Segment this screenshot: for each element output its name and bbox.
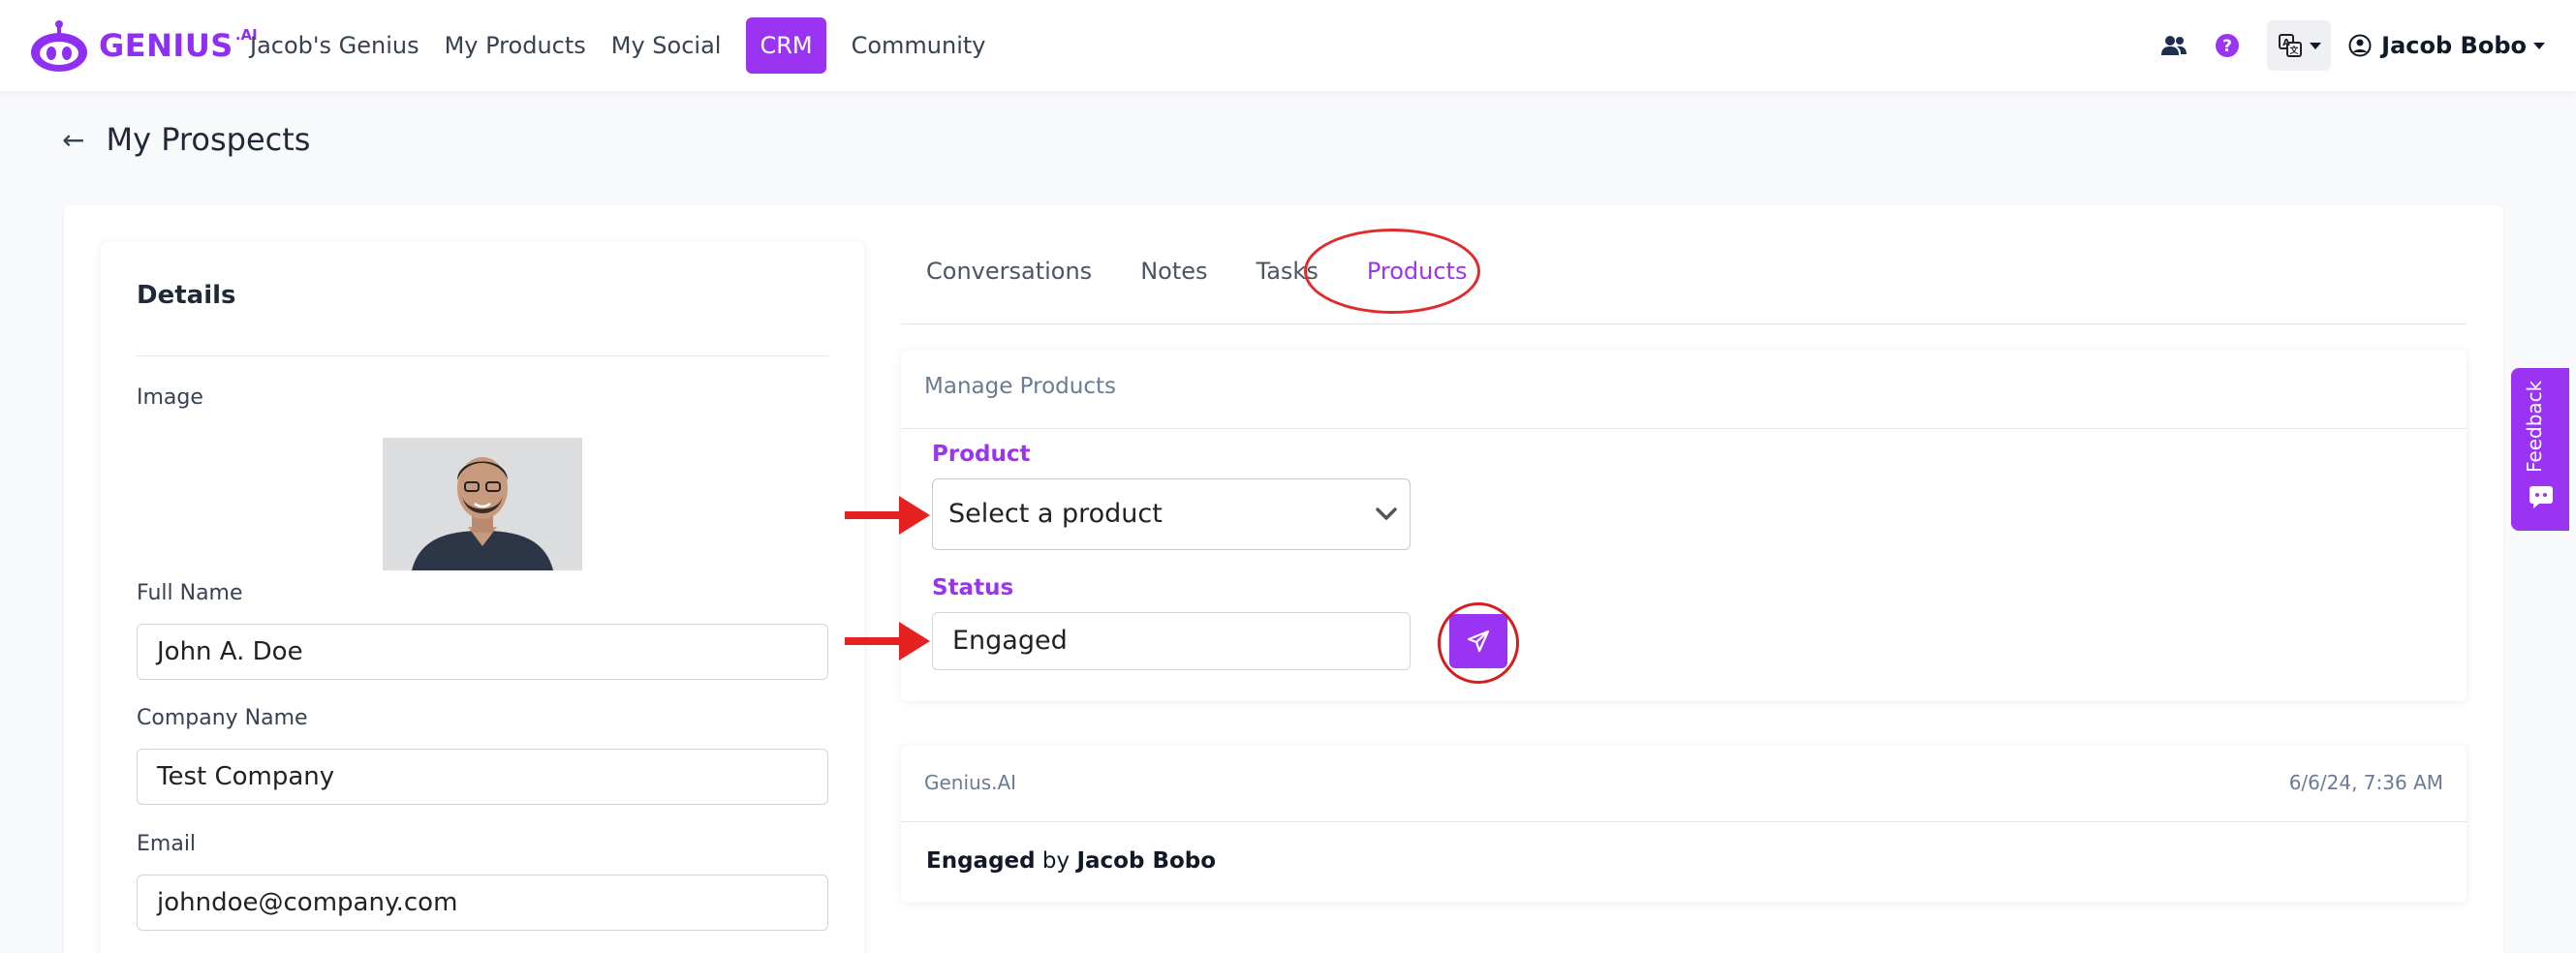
chevron-down-icon	[2309, 42, 2321, 49]
manage-products-title: Manage Products	[924, 374, 1116, 399]
activity-card: Genius.AI 6/6/24, 7:36 AM Engaged by Jac…	[901, 746, 2467, 903]
user-name: Jacob Bobo	[2381, 32, 2527, 59]
nav-item-my-social[interactable]: My Social	[611, 32, 722, 59]
details-panel: Details Image Full Name John A. Doe Comp…	[101, 242, 864, 953]
tab-conversations[interactable]: Conversations	[926, 258, 1092, 285]
status-label: Status	[932, 575, 1014, 600]
tab-notes[interactable]: Notes	[1140, 258, 1207, 285]
divider	[901, 428, 2467, 429]
company-name-input[interactable]: Test Company	[137, 749, 828, 805]
annotation-arrow-product	[845, 496, 930, 535]
genius-logo[interactable]: GENIUS .AI	[29, 17, 258, 74]
page-title: My Prospects	[106, 121, 311, 158]
brand-name: GENIUS	[99, 27, 233, 64]
main-nav: Jacob's Genius My Products My Social CRM…	[250, 17, 1011, 74]
product-select[interactable]: Select a product	[932, 478, 1411, 550]
product-label: Product	[932, 442, 1031, 467]
product-select-value: Select a product	[948, 499, 1163, 529]
full-name-label: Full Name	[137, 581, 243, 605]
activity-user: Jacob Bobo	[1076, 848, 1217, 874]
nav-item-jacobs-genius[interactable]: Jacob's Genius	[250, 32, 419, 59]
activity-timestamp: 6/6/24, 7:36 AM	[2288, 771, 2443, 794]
activity-source: Genius.AI	[924, 771, 1017, 794]
email-input[interactable]: johndoe@company.com	[137, 875, 828, 931]
nav-item-community[interactable]: Community	[852, 32, 986, 59]
translate-icon: A 文	[2278, 34, 2302, 57]
divider	[901, 821, 2467, 822]
prospect-photo	[383, 438, 582, 570]
nav-item-crm[interactable]: CRM	[746, 17, 826, 74]
activity-status: Engaged	[926, 848, 1036, 874]
chevron-down-icon	[2533, 42, 2545, 49]
feedback-tab[interactable]: Feedback	[2511, 368, 2569, 531]
top-navbar: GENIUS .AI Jacob's Genius My Products My…	[0, 0, 2576, 91]
activity-text: Engaged by Jacob Bobo	[926, 848, 1216, 874]
image-label: Image	[137, 385, 203, 410]
svg-text:?: ?	[2222, 37, 2232, 56]
details-title: Details	[137, 281, 236, 310]
annotation-arrow-status	[845, 622, 930, 661]
feedback-label: Feedback	[2523, 380, 2546, 473]
chat-bubble-icon	[2529, 486, 2553, 508]
svg-text:文: 文	[2288, 45, 2299, 56]
manage-products-card: Manage Products Product Select a product…	[901, 351, 2467, 701]
back-arrow-icon[interactable]: ←	[62, 124, 84, 156]
user-menu[interactable]: Jacob Bobo	[2348, 32, 2545, 59]
annotation-circle-products-tab	[1304, 229, 1480, 314]
users-icon[interactable]	[2160, 35, 2188, 56]
nav-right-controls: ? A 文 Jacob Bobo	[2160, 17, 2545, 74]
page-header: ← My Prospects	[62, 114, 310, 165]
status-input[interactable]: Engaged	[932, 612, 1411, 670]
activity-by: by	[1041, 848, 1071, 874]
help-icon[interactable]: ?	[2215, 33, 2240, 58]
nav-item-my-products[interactable]: My Products	[445, 32, 586, 59]
full-name-input[interactable]: John A. Doe	[137, 624, 828, 680]
user-circle-icon	[2348, 34, 2372, 57]
divider	[137, 355, 828, 356]
email-label: Email	[137, 832, 197, 856]
chevron-down-icon	[1376, 507, 1397, 520]
language-switcher[interactable]: A 文	[2267, 20, 2332, 71]
robot-logo-icon	[31, 20, 87, 72]
annotation-circle-submit	[1438, 602, 1519, 684]
company-name-label: Company Name	[137, 706, 308, 730]
tabs-divider	[901, 323, 2467, 324]
